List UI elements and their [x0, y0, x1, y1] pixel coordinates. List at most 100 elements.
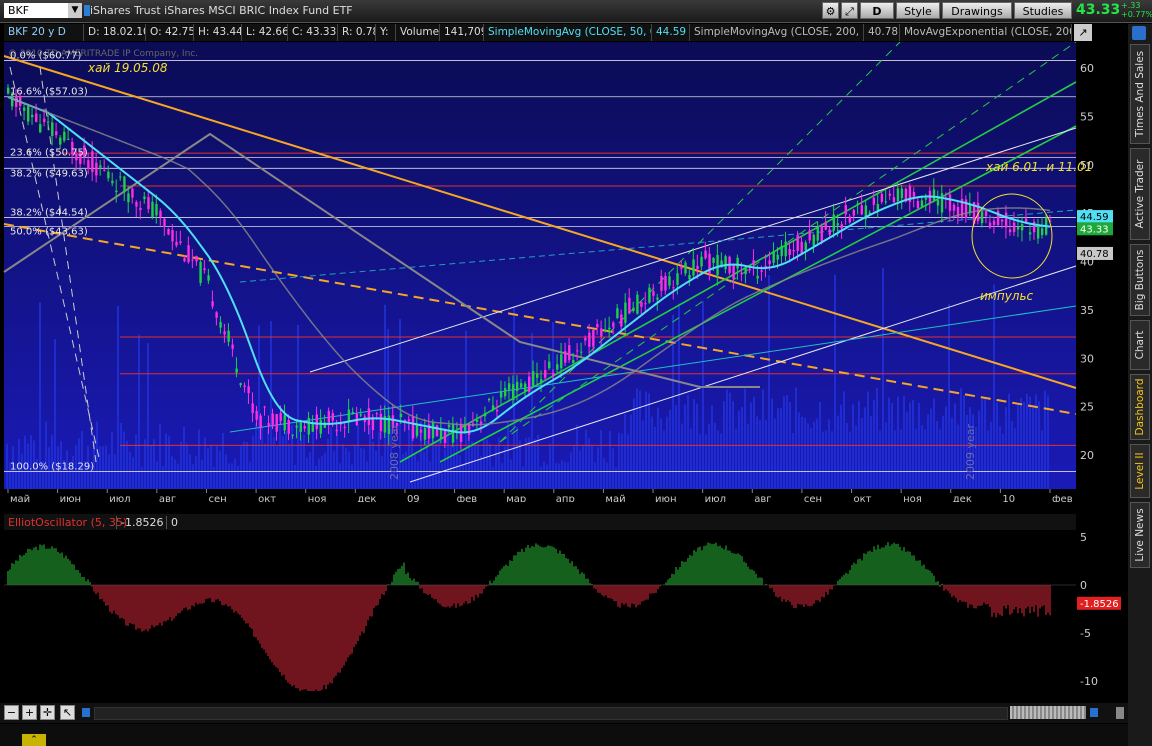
collapse-icon[interactable]: ⌃: [22, 734, 46, 746]
style-button[interactable]: Style: [896, 2, 940, 19]
volume-bar: [612, 448, 614, 489]
crosshair-icon[interactable]: ✛: [40, 705, 55, 720]
volume-bar: [567, 462, 569, 489]
oscillator-chart[interactable]: 5 0 -5 -10 -1.8526: [0, 531, 1128, 691]
chart-settings-icon[interactable]: ⚙: [822, 2, 839, 19]
price-chart[interactable]: © 2010 TD AMERITRADE IP Company, Inc. ха…: [0, 42, 1128, 502]
candle-body: [552, 373, 555, 376]
pointer-icon[interactable]: ↖: [60, 705, 75, 720]
candle-body: [67, 138, 70, 140]
candle-body: [984, 211, 988, 217]
candle-body: [283, 415, 286, 431]
bar-high: H: 43.44: [194, 24, 242, 41]
candle-body: [255, 410, 258, 420]
zoom-out-icon[interactable]: −: [4, 705, 19, 720]
scroll-right-icon[interactable]: [1090, 708, 1098, 717]
candle-body: [379, 413, 383, 432]
volume-bar: [306, 457, 308, 489]
volume-bar: [801, 416, 803, 489]
candle-body: [796, 235, 799, 251]
scroll-left-icon[interactable]: [82, 708, 90, 717]
volume-bar: [900, 429, 902, 489]
right-tab-live-news[interactable]: Live News: [1130, 502, 1150, 568]
volume-bar: [483, 440, 485, 489]
candle-body: [315, 414, 318, 430]
time-axis[interactable]: май июн июл авг сен окт ноя дек 09 фев мар апр май ию…: [7, 489, 1073, 502]
volume-bar: [138, 334, 140, 489]
studies-button[interactable]: Studies: [1014, 2, 1072, 19]
scroll-thumb[interactable]: [1010, 706, 1086, 719]
right-tab-chart[interactable]: Chart: [1130, 320, 1150, 370]
right-tab-label: Times And Sales: [1134, 50, 1146, 138]
symbol-dropdown-icon[interactable]: ▼: [68, 3, 82, 18]
volume-bar: [906, 412, 908, 489]
candle-body: [495, 409, 499, 412]
volume-bar: [675, 405, 677, 489]
candle-body: [51, 122, 54, 136]
candle-body: [523, 383, 527, 392]
volume-bar: [162, 466, 164, 489]
volume-bar: [252, 435, 254, 489]
candle-body: [560, 354, 563, 369]
status-strip: ⌃: [0, 724, 1128, 746]
volume-bar: [999, 426, 1001, 489]
candle-body: [167, 229, 170, 235]
volume-bar: [738, 410, 740, 489]
right-tab-level-ii[interactable]: Level II: [1130, 444, 1150, 498]
time-scrollbar[interactable]: [94, 707, 1008, 720]
symbol-input[interactable]: BKF: [4, 3, 68, 18]
expand-right-icon[interactable]: [1116, 707, 1124, 719]
volume-value: 141,709: [440, 24, 484, 41]
volume-bar: [345, 448, 347, 489]
candle-body: [736, 257, 739, 269]
volume-bar: [198, 429, 200, 489]
volume-bar: [267, 429, 269, 489]
volume-bar: [228, 463, 230, 489]
volume-bar: [105, 445, 107, 489]
volume-bar: [636, 388, 638, 489]
volume-bar: [213, 466, 215, 489]
zoom-in-icon[interactable]: +: [22, 705, 37, 720]
expand-icon[interactable]: ↗: [1074, 24, 1092, 41]
candle-body: [992, 220, 996, 225]
volume-bar: [255, 423, 257, 489]
candle-body: [187, 245, 190, 263]
price-axis[interactable]: 605550454035302520: [1080, 62, 1094, 462]
volume-bar: [903, 396, 905, 489]
candle-body: [772, 251, 775, 263]
oscillator-name[interactable]: ElliotOscillator (5, 35): [8, 516, 127, 529]
sma200-value: 40.78: [864, 24, 900, 41]
right-tab-dashboard[interactable]: Dashboard: [1130, 374, 1150, 440]
candle-body: [852, 210, 856, 216]
volume-bar: [741, 407, 743, 489]
right-tab-label: Big Buttons: [1134, 249, 1146, 311]
candle-body: [636, 294, 639, 314]
volume-bar: [1017, 404, 1019, 489]
volume-bar: [264, 443, 266, 489]
fib-label: 100.0% ($18.29): [10, 462, 94, 473]
volume-bar: [927, 414, 929, 489]
chart-id[interactable]: BKF 20 y D: [4, 24, 84, 41]
volume-bar: [1014, 428, 1016, 489]
candle-body: [183, 258, 186, 262]
last-price: 43.33: [1076, 2, 1121, 18]
volume-bar: [582, 445, 584, 489]
panel-settings-icon[interactable]: [1132, 26, 1146, 40]
x-tick-label: сен: [804, 494, 822, 502]
period-button[interactable]: D: [860, 2, 894, 19]
ema-label[interactable]: MovAvgExponential (CLOSE, 200, ...: [900, 24, 1072, 41]
right-tab-times-and-sales[interactable]: Times And Sales: [1130, 44, 1150, 144]
candle-body: [896, 188, 900, 202]
volume-bar: [624, 413, 626, 489]
right-tab-big-buttons[interactable]: Big Buttons: [1130, 244, 1150, 316]
right-tab-active-trader[interactable]: Active Trader: [1130, 148, 1150, 240]
volume-bar: [795, 387, 797, 489]
drawings-button[interactable]: Drawings: [942, 2, 1012, 19]
sma200-label[interactable]: SimpleMovingAvg (CLOSE, 200, 0): [690, 24, 864, 41]
zoom-icon[interactable]: ⤢: [841, 2, 858, 19]
volume-bar: [888, 397, 890, 489]
candle-body: [820, 226, 823, 242]
volume-bar: [381, 456, 383, 489]
volume-bar: [978, 410, 980, 489]
sma50-label[interactable]: SimpleMovingAvg (CLOSE, 50, 0): [484, 24, 652, 41]
